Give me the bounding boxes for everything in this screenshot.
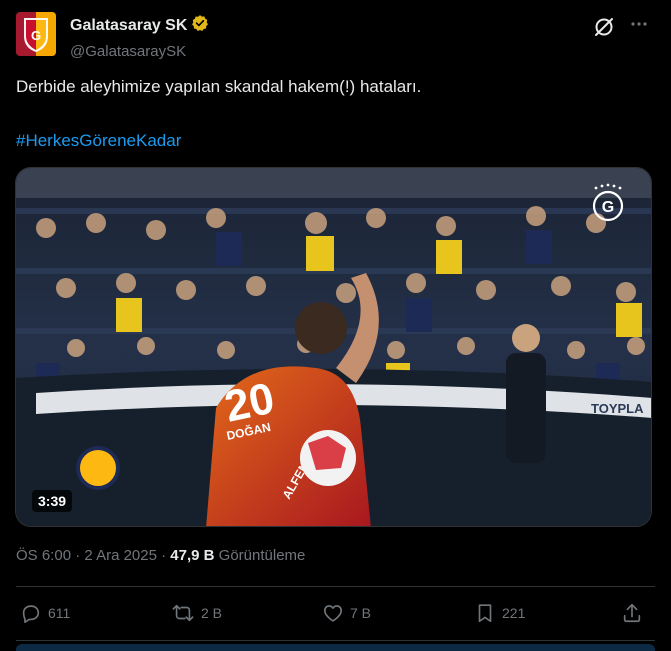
views-label: Görüntüleme (218, 547, 306, 564)
player-number: 20 (220, 374, 278, 432)
post-date[interactable]: 2 Ara 2025 (84, 547, 157, 564)
reply-count: 611 (48, 605, 71, 621)
share-icon (623, 603, 641, 623)
repost-icon (172, 604, 194, 622)
board-text: TOYPLA (591, 401, 644, 416)
reply-button[interactable]: 611 (20, 598, 70, 628)
meta-separator: · (161, 547, 167, 564)
post-time[interactable]: ÖS 6:00 (16, 547, 71, 564)
svg-text:G: G (602, 199, 614, 216)
handle[interactable]: @GalatasaraySK (70, 42, 209, 62)
repost-button[interactable]: 2 B (171, 598, 222, 628)
avatar[interactable]: G (16, 12, 56, 56)
action-bar: 611 2 B 7 B 221 (16, 598, 655, 628)
video-player[interactable]: TOYPLA 20 DOĞAN ALFEMO G 3:39 (15, 167, 652, 527)
share-button[interactable] (621, 598, 643, 628)
like-button[interactable]: 7 B (322, 598, 371, 628)
video-thumbnail: TOYPLA 20 DOĞAN ALFEMO G (16, 168, 651, 526)
bookmark-button[interactable]: 221 (474, 598, 525, 628)
next-content-strip (16, 644, 655, 651)
grok-icon[interactable] (593, 16, 615, 38)
divider (16, 586, 655, 587)
like-count: 7 B (350, 605, 372, 621)
display-name-row[interactable]: Galatasaray SK (70, 14, 209, 38)
verified-badge-icon[interactable] (191, 14, 209, 38)
meta-separator: · (75, 547, 81, 564)
bookmark-count: 221 (502, 605, 526, 621)
heart-icon (323, 605, 343, 622)
author-info: Galatasaray SK @GalatasaraySK (70, 14, 209, 62)
views-count: 47,9 B (170, 547, 215, 564)
hashtag-link[interactable]: #HerkesGöreneKadar (16, 130, 181, 152)
tweet-meta: ÖS 6:00 · 2 Ara 2025 · 47,9 B Görüntülem… (16, 546, 305, 566)
more-options-icon[interactable] (629, 14, 649, 40)
club-crest (76, 446, 120, 490)
repost-count: 2 B (201, 605, 223, 621)
video-duration: 3:39 (32, 490, 73, 512)
tweet-header: G Galatasaray SK @GalatasaraySK (16, 12, 655, 60)
divider (16, 640, 655, 641)
display-name[interactable]: Galatasaray SK (70, 16, 187, 36)
bookmark-icon (478, 604, 492, 623)
tweet-text: Derbide aleyhimize yapılan skandal hakem… (16, 77, 422, 96)
svg-text:G: G (31, 28, 41, 43)
reply-icon (22, 605, 40, 623)
